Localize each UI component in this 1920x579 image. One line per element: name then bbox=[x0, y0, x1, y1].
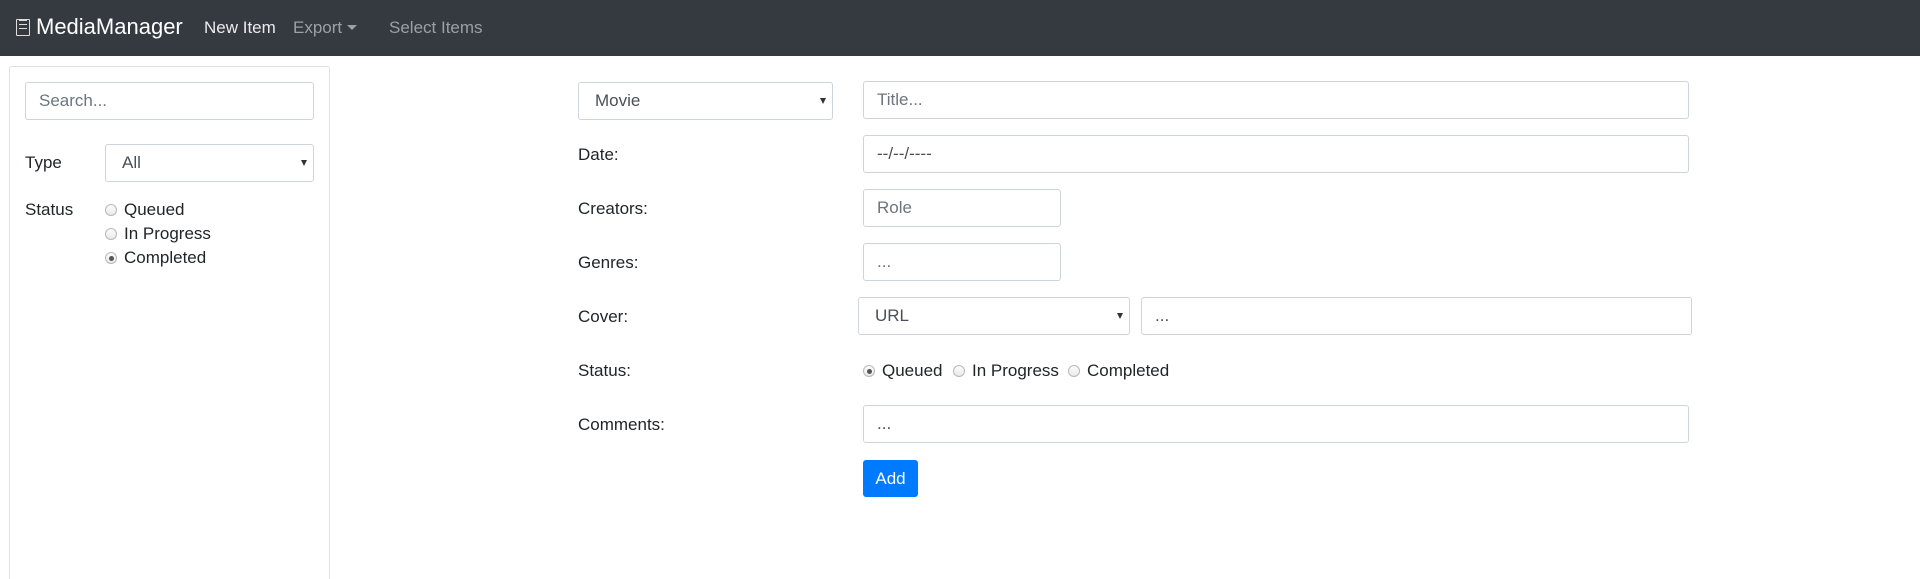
select-arrow-icon bbox=[1117, 313, 1123, 319]
media-type-select[interactable]: Movie bbox=[578, 82, 833, 120]
type-filter-label: Type bbox=[25, 153, 62, 172]
select-arrow-icon bbox=[820, 98, 826, 104]
nav-export-dropdown[interactable]: Export bbox=[293, 18, 358, 38]
status-filter-queued[interactable]: Queued bbox=[105, 200, 185, 220]
radio-icon[interactable] bbox=[1068, 365, 1080, 377]
book-icon bbox=[16, 18, 30, 36]
media-type-value: Movie bbox=[595, 91, 641, 110]
filter-sidebar bbox=[9, 66, 330, 579]
status-option-label: Queued bbox=[882, 361, 943, 380]
title-placeholder: Title... bbox=[877, 90, 923, 109]
status-filter-option-label: Completed bbox=[124, 248, 207, 267]
status-option-label: In Progress bbox=[972, 361, 1059, 380]
comments-input[interactable]: ... bbox=[863, 405, 1689, 443]
radio-checked-icon[interactable] bbox=[105, 252, 117, 264]
type-filter-select[interactable]: All bbox=[105, 144, 314, 182]
date-placeholder: --/--/---- bbox=[877, 144, 932, 163]
caret-down-icon bbox=[347, 25, 358, 30]
creator-role-input[interactable]: Role bbox=[863, 189, 1061, 227]
top-navbar: MediaManager New Item Export Select Item… bbox=[0, 0, 1920, 56]
radio-icon[interactable] bbox=[105, 204, 117, 216]
status-queued-option[interactable]: Queued bbox=[863, 361, 943, 381]
genre-placeholder: ... bbox=[877, 252, 892, 271]
nav-select-items[interactable]: Select Items bbox=[389, 18, 483, 38]
nav-export-label: Export bbox=[293, 18, 343, 37]
genres-label: Genres: bbox=[578, 253, 639, 272]
search-input[interactable]: Search... bbox=[25, 82, 314, 120]
status-filter-in-progress[interactable]: In Progress bbox=[105, 224, 211, 244]
brand-link[interactable]: MediaManager bbox=[16, 14, 183, 40]
status-option-label: Completed bbox=[1087, 361, 1170, 380]
nav-new-item[interactable]: New Item bbox=[204, 18, 276, 38]
date-label: Date: bbox=[578, 145, 619, 164]
radio-icon[interactable] bbox=[953, 365, 965, 377]
brand-name: MediaManager bbox=[36, 14, 183, 39]
cover-type-select[interactable]: URL bbox=[858, 297, 1130, 335]
status-filter-option-label: Queued bbox=[124, 200, 185, 219]
add-button[interactable]: Add bbox=[863, 460, 918, 497]
status-completed-option[interactable]: Completed bbox=[1068, 361, 1169, 381]
cover-type-value: URL bbox=[875, 306, 910, 325]
status-filter-option-label: In Progress bbox=[124, 224, 211, 243]
status-filter-completed[interactable]: Completed bbox=[105, 248, 206, 268]
cover-url-input[interactable]: ... bbox=[1141, 297, 1692, 335]
radio-checked-icon[interactable] bbox=[863, 365, 875, 377]
status-in-progress-option[interactable]: In Progress bbox=[953, 361, 1059, 381]
date-input[interactable]: --/--/---- bbox=[863, 135, 1689, 173]
cover-label: Cover: bbox=[578, 307, 629, 326]
title-input[interactable]: Title... bbox=[863, 81, 1689, 119]
select-arrow-icon bbox=[301, 160, 307, 166]
status-label: Status: bbox=[578, 361, 631, 380]
cover-url-placeholder: ... bbox=[1155, 306, 1170, 325]
genre-input[interactable]: ... bbox=[863, 243, 1061, 281]
creators-label: Creators: bbox=[578, 199, 648, 218]
status-filter-label: Status bbox=[25, 200, 74, 219]
comments-placeholder: ... bbox=[877, 414, 892, 433]
search-placeholder: Search... bbox=[39, 91, 108, 110]
comments-label: Comments: bbox=[578, 415, 665, 434]
type-filter-value: All bbox=[122, 153, 141, 172]
creator-role-placeholder: Role bbox=[877, 198, 912, 217]
radio-icon[interactable] bbox=[105, 228, 117, 240]
